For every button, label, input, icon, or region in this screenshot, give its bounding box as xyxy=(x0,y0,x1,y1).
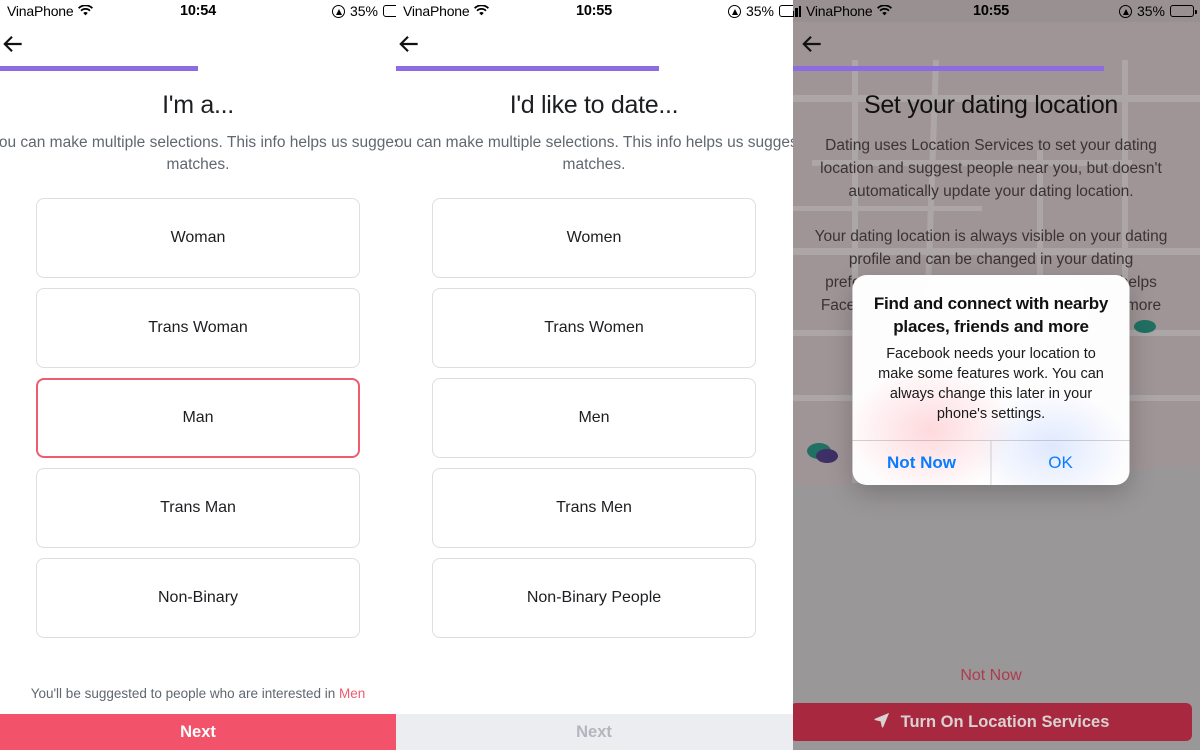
option-label: Women xyxy=(566,229,622,246)
alert-body: Find and connect with nearby places, fri… xyxy=(853,275,1130,440)
status-bar: VinaPhone 10:54 35% xyxy=(0,0,396,22)
battery-percent: 35% xyxy=(349,3,378,19)
location-permission-alert: Find and connect with nearby places, fri… xyxy=(852,275,1130,485)
option-label: Trans Man xyxy=(160,499,236,516)
battery-icon xyxy=(1170,5,1197,17)
status-bar: VinaPhone 10:55 35% xyxy=(396,0,793,22)
page-subtitle: You can make multiple selections. This i… xyxy=(396,132,793,176)
option-non-binary[interactable]: Non-Binary xyxy=(36,558,360,638)
battery-percent: 35% xyxy=(1136,3,1165,19)
subtitle-line-1: You can make multiple selections. This i… xyxy=(0,134,396,151)
three-phone-screenshots: VinaPhone 10:54 35% I'm a... You can mak… xyxy=(0,0,1200,750)
option-trans-man[interactable]: Trans Man xyxy=(36,468,360,548)
back-arrow-icon[interactable] xyxy=(799,31,825,57)
option-women[interactable]: Women xyxy=(432,198,756,278)
footer: You'll be suggested to people who are in… xyxy=(0,686,396,750)
option-label: Trans Men xyxy=(556,499,632,516)
date-preference-option-list: Women Trans Women Men Trans Men Non-Bina… xyxy=(396,198,793,638)
alert-ok-button[interactable]: OK xyxy=(990,441,1130,485)
subtitle-line-1: You can make multiple selections. This i… xyxy=(396,134,793,151)
subtitle-line-2: matches. xyxy=(166,156,230,173)
nav-bar xyxy=(0,22,396,66)
screen-id-like-to-date: VinaPhone 10:55 35% I'd like to date... … xyxy=(396,0,793,750)
screen-im-a: VinaPhone 10:54 35% I'm a... You can mak… xyxy=(0,0,396,750)
option-label: Trans Women xyxy=(544,319,644,336)
option-label: Non-Binary People xyxy=(526,589,662,606)
body-paragraph-1: Dating uses Location Services to set you… xyxy=(820,137,1162,200)
footer: Not Now Turn On Location Services xyxy=(793,667,1200,750)
option-label: Trans Woman xyxy=(148,319,248,336)
location-arrow-icon xyxy=(331,4,345,18)
subtitle-line-2: matches. xyxy=(562,156,626,173)
progress-fill xyxy=(793,66,1104,71)
option-trans-women[interactable]: Trans Women xyxy=(432,288,756,368)
progress-bar xyxy=(0,66,396,71)
option-label: Men xyxy=(578,409,610,426)
turn-on-location-services-label: Turn On Location Services xyxy=(900,712,1110,731)
battery-percent: 35% xyxy=(745,3,774,19)
alert-message: Facebook needs your location to make som… xyxy=(878,346,1104,422)
option-label: Woman xyxy=(170,229,226,246)
footer: Next xyxy=(396,714,793,750)
gender-option-list: Woman Trans Woman Man Trans Man Non-Bina… xyxy=(0,198,396,638)
page-title: Set your dating location xyxy=(863,91,1119,119)
status-right: 35% xyxy=(1118,3,1197,19)
suggestion-note-highlight: Men xyxy=(339,686,366,701)
location-arrow-icon xyxy=(727,4,741,18)
alert-not-now-button[interactable]: Not Now xyxy=(853,441,991,485)
battery-icon xyxy=(779,5,793,17)
option-woman[interactable]: Woman xyxy=(36,198,360,278)
status-right: 35% xyxy=(727,3,793,19)
option-men[interactable]: Men xyxy=(432,378,756,458)
location-arrow-icon xyxy=(1118,4,1132,18)
option-trans-woman[interactable]: Trans Woman xyxy=(36,288,360,368)
status-bar: VinaPhone 10:55 35% xyxy=(793,0,1200,22)
navigation-arrow-icon xyxy=(873,711,891,734)
progress-bar xyxy=(793,66,1200,71)
progress-fill xyxy=(0,66,198,71)
page-subtitle: You can make multiple selections. This i… xyxy=(0,132,396,176)
nav-bar xyxy=(396,22,793,66)
next-button[interactable]: Next xyxy=(0,714,396,750)
progress-fill xyxy=(396,66,659,71)
status-right: 35% xyxy=(331,3,396,19)
option-non-binary-people[interactable]: Non-Binary People xyxy=(432,558,756,638)
battery-icon xyxy=(383,5,396,17)
page-title: I'd like to date... xyxy=(509,91,679,119)
option-trans-men[interactable]: Trans Men xyxy=(432,468,756,548)
alert-title: Find and connect with nearby places, fri… xyxy=(873,294,1109,336)
option-label: Man xyxy=(182,409,214,426)
suggestion-note: You'll be suggested to people who are in… xyxy=(0,686,396,714)
turn-on-location-services-button[interactable]: Turn On Location Services xyxy=(793,703,1192,741)
alert-actions: Not Now OK xyxy=(852,440,1130,485)
screen-set-dating-location: VinaPhone 10:55 35% Set your dating loca… xyxy=(793,0,1200,750)
progress-bar xyxy=(396,66,793,71)
page-title: I'm a... xyxy=(162,91,234,119)
back-arrow-icon[interactable] xyxy=(0,31,26,57)
next-button[interactable]: Next xyxy=(396,714,793,750)
not-now-link[interactable]: Not Now xyxy=(793,667,1200,703)
suggestion-note-text: You'll be suggested to people who are in… xyxy=(30,686,340,701)
nav-bar xyxy=(793,22,1200,66)
option-label: Non-Binary xyxy=(157,589,239,606)
option-man[interactable]: Man xyxy=(36,378,360,458)
back-arrow-icon[interactable] xyxy=(396,31,422,57)
